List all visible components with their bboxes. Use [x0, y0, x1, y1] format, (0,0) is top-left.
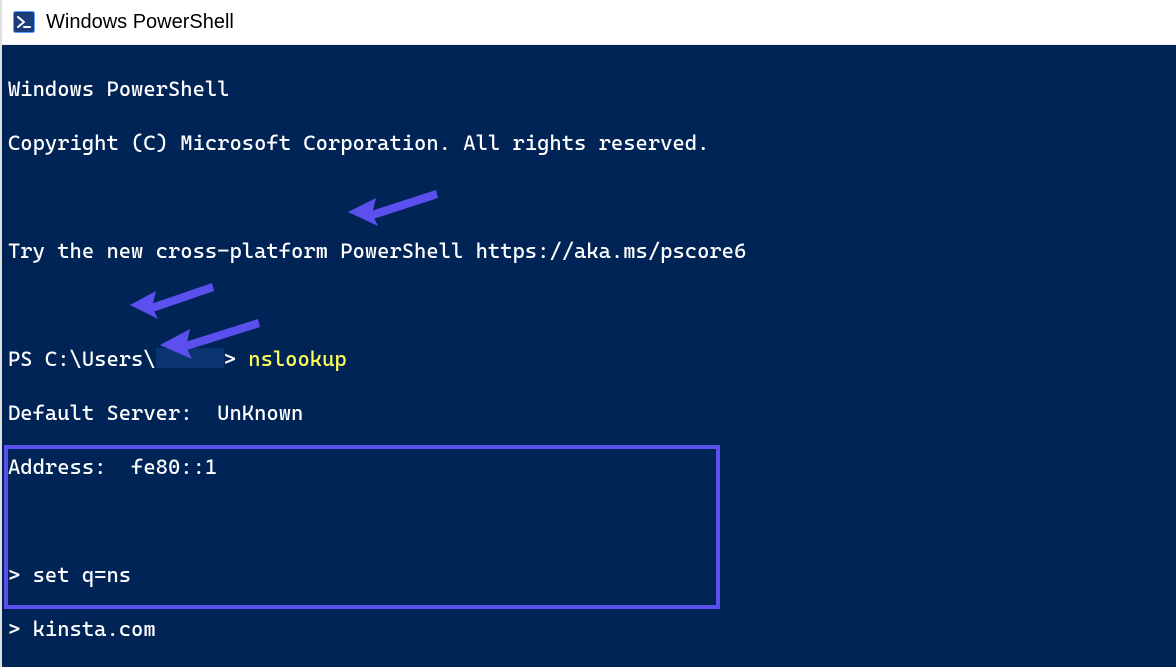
prompt-line-3: > kinsta.com: [8, 616, 1170, 643]
redacted-username: [156, 348, 224, 368]
powershell-window: Windows PowerShell Windows PowerShell Co…: [0, 0, 1176, 667]
default-server-line: Default Server: UnKnown: [8, 400, 1170, 427]
prompt-suffix: >: [224, 347, 249, 371]
powershell-icon: [12, 10, 36, 34]
blank-line: [8, 184, 1170, 211]
term-header-line: Windows PowerShell: [8, 76, 1170, 103]
prompt-line-2: > set q=ns: [8, 562, 1170, 589]
term-tip-line: Try the new cross-platform PowerShell ht…: [8, 238, 1170, 265]
sub-prompt: >: [8, 617, 33, 641]
command-nslookup: nslookup: [248, 347, 346, 371]
window-title: Windows PowerShell: [46, 11, 234, 34]
prompt-line-1: PS C:\Users\ > nslookup: [8, 346, 1170, 373]
command-domain: kinsta.com: [33, 617, 156, 641]
blank-line: [8, 292, 1170, 319]
address-line-1: Address: fe80::1: [8, 454, 1170, 481]
sub-prompt: >: [8, 563, 33, 587]
command-setq: set q=ns: [33, 563, 131, 587]
titlebar[interactable]: Windows PowerShell: [2, 0, 1176, 45]
prompt-prefix: PS C:\Users\: [8, 347, 156, 371]
term-copyright-line: Copyright (C) Microsoft Corporation. All…: [8, 130, 1170, 157]
blank-line: [8, 508, 1170, 535]
terminal-body[interactable]: Windows PowerShell Copyright (C) Microso…: [2, 45, 1176, 667]
